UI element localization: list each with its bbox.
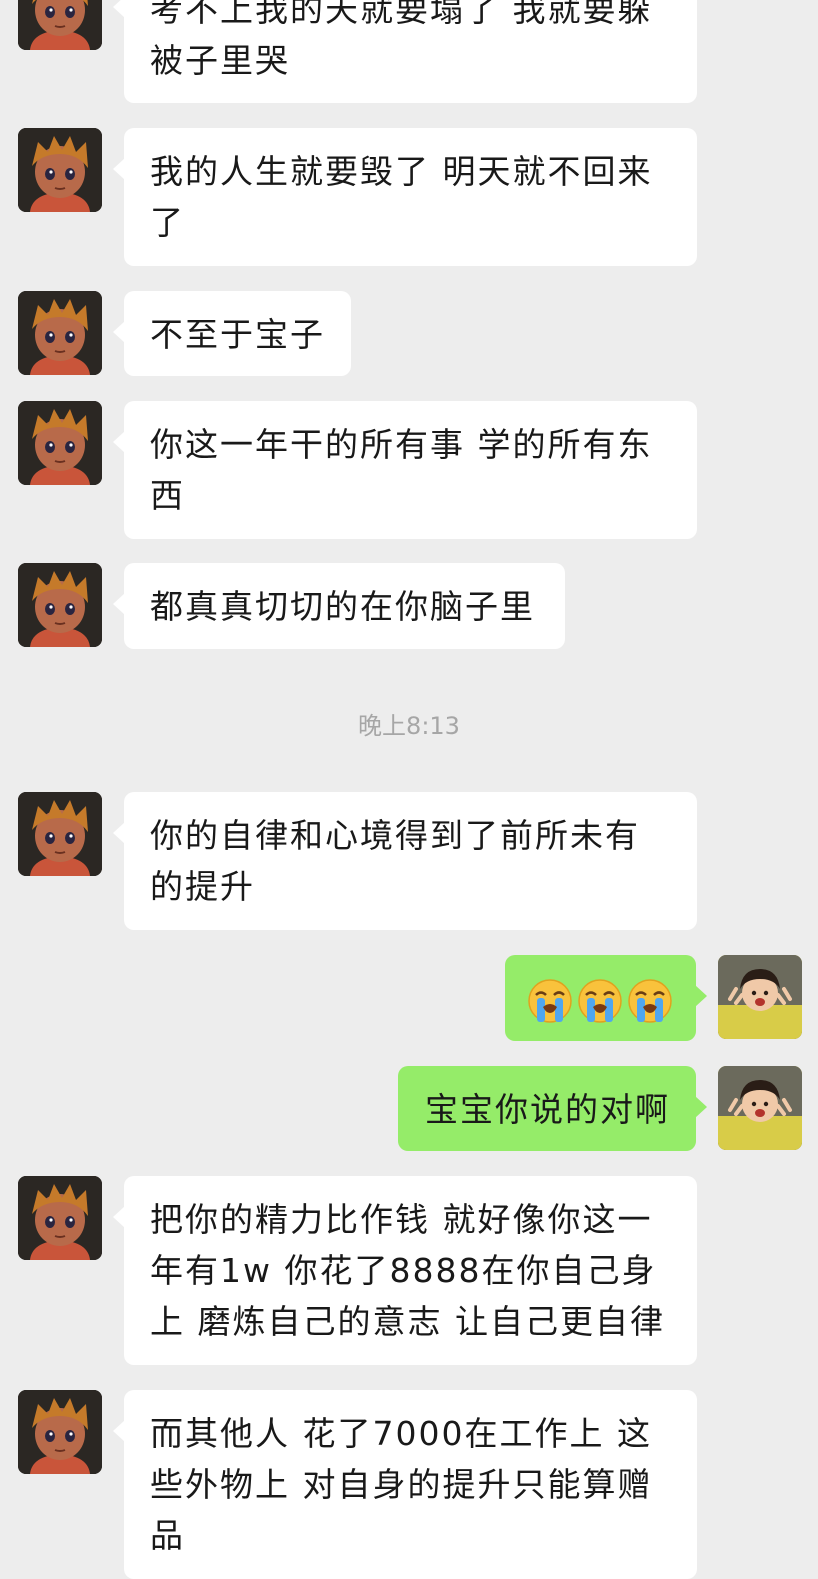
anime-boy-avatar-icon [18, 291, 102, 375]
contact-avatar[interactable] [18, 401, 102, 485]
message-bubble[interactable]: 我的人生就要毁了 明天就不回来了 [113, 128, 697, 266]
contact-avatar[interactable] [18, 291, 102, 375]
message-timestamp: 晚上8:13 [358, 712, 460, 740]
message-text: 都真真切切的在你脑子里 [150, 587, 535, 626]
message-text: 你的自律和心境得到了前所未有的提升 [150, 816, 640, 906]
message-bubble[interactable]: 都真真切切的在你脑子里 [113, 563, 565, 649]
message-text: 不至于宝子 [150, 315, 325, 354]
anime-boy-avatar-icon [18, 563, 102, 647]
loudly-crying-face-icon [526, 977, 574, 1025]
message-text: 而其他人 花了7000在工作上 这些外物上 对自身的提升只能算赠品 [150, 1414, 653, 1555]
my-avatar[interactable] [718, 955, 802, 1039]
my-avatar[interactable] [718, 1066, 802, 1150]
message-bubble[interactable]: 而其他人 花了7000在工作上 这些外物上 对自身的提升只能算赠品 [113, 1390, 697, 1579]
message-bubble-outgoing[interactable]: 宝宝你说的对啊 [398, 1066, 707, 1151]
anime-boy-avatar-icon [18, 128, 102, 212]
message-text: 把你的精力比作钱 就好像你这一年有1w 你花了8888在你自己身上 磨炼自己的意… [150, 1200, 665, 1341]
loudly-crying-face-icon [576, 977, 624, 1025]
message-bubble-outgoing[interactable] [505, 955, 707, 1041]
contact-avatar[interactable] [18, 128, 102, 212]
contact-avatar[interactable] [18, 1390, 102, 1474]
girl-photo-avatar-icon [718, 955, 802, 1039]
contact-avatar[interactable] [18, 563, 102, 647]
emoji-row [527, 973, 674, 1025]
message-bubble[interactable]: 考不上我的天就要塌了 我就要躲被子里哭 [113, 0, 697, 103]
contact-avatar[interactable] [18, 0, 102, 50]
anime-boy-avatar-icon [18, 1390, 102, 1474]
message-text: 考不上我的天就要塌了 我就要躲被子里哭 [150, 0, 653, 80]
message-bubble[interactable]: 把你的精力比作钱 就好像你这一年有1w 你花了8888在你自己身上 磨炼自己的意… [113, 1176, 697, 1365]
message-text: 我的人生就要毁了 明天就不回来了 [150, 152, 653, 242]
message-text: 宝宝你说的对啊 [425, 1090, 670, 1129]
contact-avatar[interactable] [18, 792, 102, 876]
message-bubble[interactable]: 你这一年干的所有事 学的所有东西 [113, 401, 697, 539]
anime-boy-avatar-icon [18, 792, 102, 876]
anime-boy-avatar-icon [18, 1176, 102, 1260]
girl-photo-avatar-icon [718, 1066, 802, 1150]
anime-boy-avatar-icon [18, 0, 102, 50]
anime-boy-avatar-icon [18, 401, 102, 485]
message-bubble[interactable]: 不至于宝子 [113, 291, 351, 376]
loudly-crying-face-icon [626, 977, 674, 1025]
message-text: 你这一年干的所有事 学的所有东西 [150, 425, 653, 515]
contact-avatar[interactable] [18, 1176, 102, 1260]
message-bubble[interactable]: 你的自律和心境得到了前所未有的提升 [113, 792, 697, 930]
